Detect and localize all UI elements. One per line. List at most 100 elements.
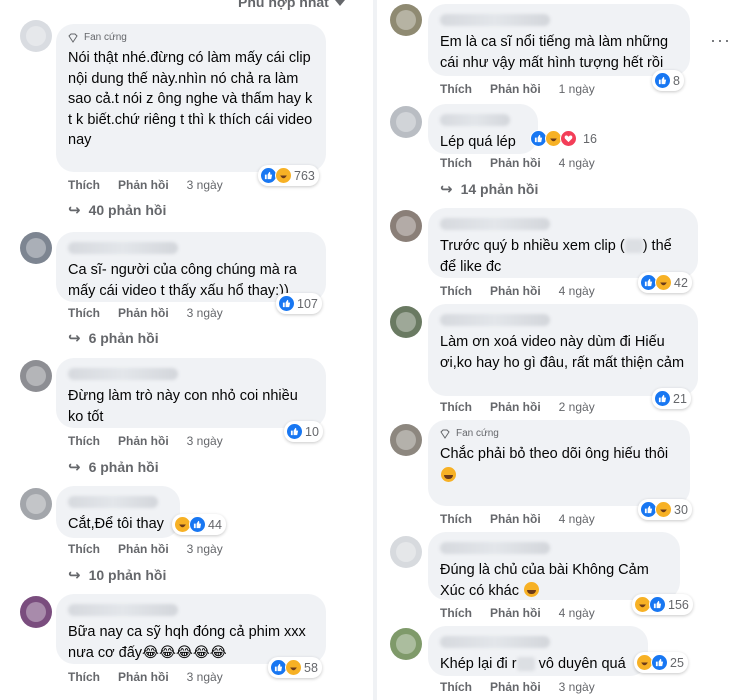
comment-text: Trước quý b nhiều xem clip () thể để lik… [440, 236, 686, 277]
reaction-summary[interactable]: 25 [634, 652, 688, 673]
like-button[interactable]: Thích [68, 434, 100, 448]
avatar[interactable] [20, 488, 52, 520]
comment-timestamp[interactable]: 4 ngày [559, 284, 595, 298]
reaction-summary[interactable]: 30 [638, 499, 692, 520]
reaction-summary[interactable]: 21 [652, 388, 691, 409]
comment-actions: Thích Phản hồi 2 ngày [440, 400, 595, 414]
comment-text-part: Trước quý b nhiều xem clip ( [440, 238, 625, 254]
avatar[interactable] [390, 424, 422, 456]
comment-timestamp[interactable]: 4 ngày [559, 512, 595, 526]
like-button[interactable]: Thích [68, 178, 100, 192]
reaction-count: 107 [297, 296, 318, 311]
comment-text-part: Khép lại đi r [440, 656, 517, 672]
like-button[interactable]: Thích [440, 156, 472, 170]
like-button[interactable]: Thích [440, 606, 472, 620]
haha-reaction-icon [285, 659, 302, 676]
comment-timestamp[interactable]: 3 ngày [187, 178, 223, 192]
reaction-summary[interactable]: 107 [276, 293, 322, 314]
reaction-summary[interactable]: 42 [638, 272, 692, 293]
reply-button[interactable]: Phản hồi [490, 680, 541, 694]
diamond-icon [440, 429, 450, 439]
like-button[interactable]: Thích [68, 542, 100, 556]
comment-actions: Thích Phản hồi 4 ngày [440, 284, 595, 298]
comment-text: Chắc phải bỏ theo dõi ông hiếu thôi [440, 446, 669, 462]
view-replies-link[interactable]: ↪ 10 phản hồi [68, 566, 166, 584]
view-replies-link[interactable]: ↪ 6 phản hồi [68, 458, 159, 476]
like-button[interactable]: Thích [440, 512, 472, 526]
comment-bubble: Làm ơn xoá video này dùm đi Hiếu ơi,ko h… [428, 304, 698, 396]
comment-text-part: vô duyên quá [534, 656, 626, 672]
reaction-summary[interactable]: 10 [284, 421, 323, 442]
avatar[interactable] [390, 106, 422, 138]
like-button[interactable]: Thích [68, 306, 100, 320]
avatar[interactable] [390, 4, 422, 36]
comment-text: Cắt,Để tôi thay [68, 516, 164, 532]
caret-down-icon [334, 0, 345, 7]
reply-arrow-icon: ↪ [68, 567, 81, 584]
reaction-summary[interactable]: 156 [632, 594, 693, 615]
reaction-summary[interactable]: 16 [528, 128, 601, 149]
avatar[interactable] [20, 20, 52, 52]
replies-count: 6 phản hồi [88, 459, 159, 475]
comment-timestamp[interactable]: 4 ngày [559, 606, 595, 620]
reply-button[interactable]: Phản hồi [118, 542, 169, 556]
comment-timestamp[interactable]: 3 ngày [559, 680, 595, 694]
author-name-redacted [440, 542, 550, 554]
comment-actions: Thích Phản hồi 1 ngày [440, 82, 595, 96]
avatar[interactable] [390, 210, 422, 242]
comments-column-right: Em là ca sĩ nổi tiếng mà làm những cái n… [380, 0, 741, 700]
more-options-icon[interactable]: ··· [710, 30, 731, 51]
comment-actions: Thích Phản hồi 3 ngày [440, 680, 595, 694]
avatar[interactable] [20, 596, 52, 628]
avatar[interactable] [390, 628, 422, 660]
like-reaction-icon [286, 423, 303, 440]
reply-button[interactable]: Phản hồi [118, 306, 169, 320]
sort-dropdown[interactable]: Phù hợp nhất [238, 0, 345, 10]
avatar[interactable] [390, 536, 422, 568]
comment-timestamp[interactable]: 4 ngày [559, 156, 595, 170]
reaction-summary[interactable]: 763 [258, 165, 319, 186]
reply-button[interactable]: Phản hồi [490, 82, 541, 96]
reaction-count: 30 [674, 502, 688, 517]
reply-button[interactable]: Phản hồi [118, 670, 169, 684]
replies-count: 40 phản hồi [88, 202, 167, 218]
redacted-word [516, 657, 535, 672]
comment-timestamp[interactable]: 1 ngày [559, 82, 595, 96]
comment-text: Đừng làm trò này con nhỏ coi nhiều ko tố… [68, 388, 302, 425]
reaction-summary[interactable]: 8 [652, 70, 684, 91]
like-reaction-icon [649, 596, 666, 613]
reply-button[interactable]: Phản hồi [118, 178, 169, 192]
comment-bubble: Em là ca sĩ nổi tiếng mà làm những cái n… [428, 4, 690, 76]
comment-timestamp[interactable]: 3 ngày [187, 434, 223, 448]
like-button[interactable]: Thích [440, 82, 472, 96]
reply-button[interactable]: Phản hồi [490, 606, 541, 620]
comment-text: Khép lại đi r vô duyên quá [440, 654, 636, 675]
reply-arrow-icon: ↪ [440, 181, 453, 198]
like-button[interactable]: Thích [440, 680, 472, 694]
avatar[interactable] [20, 232, 52, 264]
like-reaction-icon [654, 72, 671, 89]
comment-bubble: Lép quá lép [428, 104, 538, 154]
like-button[interactable]: Thích [68, 670, 100, 684]
like-button[interactable]: Thích [440, 400, 472, 414]
view-replies-link[interactable]: ↪ 40 phản hồi [68, 201, 166, 219]
reply-button[interactable]: Phản hồi [118, 434, 169, 448]
comment-timestamp[interactable]: 3 ngày [187, 670, 223, 684]
reply-arrow-icon: ↪ [68, 330, 81, 347]
comment-bubble: Fan cứng Nói thật nhé.đừng có làm mấy cá… [56, 24, 326, 172]
reaction-summary[interactable]: 44 [172, 514, 226, 535]
reply-button[interactable]: Phản hồi [490, 156, 541, 170]
comment-timestamp[interactable]: 3 ngày [187, 542, 223, 556]
comment-timestamp[interactable]: 2 ngày [559, 400, 595, 414]
reply-button[interactable]: Phản hồi [490, 400, 541, 414]
avatar[interactable] [390, 306, 422, 338]
avatar[interactable] [20, 360, 52, 392]
reply-button[interactable]: Phản hồi [490, 512, 541, 526]
view-replies-link[interactable]: ↪ 6 phản hồi [68, 329, 159, 347]
reply-button[interactable]: Phản hồi [490, 284, 541, 298]
like-button[interactable]: Thích [440, 284, 472, 298]
view-replies-link[interactable]: ↪ 14 phản hồi [440, 180, 538, 198]
reaction-summary[interactable]: 58 [268, 657, 322, 678]
comment-timestamp[interactable]: 3 ngày [187, 306, 223, 320]
like-reaction-icon [278, 295, 295, 312]
